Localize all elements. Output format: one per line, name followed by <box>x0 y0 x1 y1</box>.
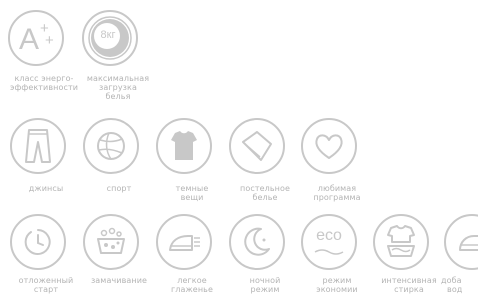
add-laundry-circle <box>444 214 478 270</box>
eco-mode-circle: eco <box>301 214 357 270</box>
jeans-circle <box>10 118 66 174</box>
energy-class-a-plus-plus-icon: A + + <box>19 20 54 56</box>
soaking-basin-icon <box>97 227 125 254</box>
intensive-wash-circle <box>373 214 429 270</box>
dark-clothes-icon <box>171 131 197 160</box>
heart-favorite-icon <box>315 134 343 159</box>
max-load-badge: 8кг <box>100 29 116 41</box>
easy-iron-icon <box>169 235 200 251</box>
max-load-circle: 8кг <box>82 10 138 66</box>
bed-linen-circle <box>229 118 285 174</box>
sport-ball-icon <box>97 132 125 160</box>
favorite-caption: любимая программа <box>313 184 361 202</box>
easy-iron-circle <box>156 214 212 270</box>
svg-text:+: + <box>45 32 54 49</box>
energy-class-circle: A + + <box>8 10 64 66</box>
svg-text:A: A <box>19 23 39 56</box>
night-moon-icon <box>244 227 270 256</box>
night-mode-circle <box>229 214 285 270</box>
max-load-caption: максимальная загрузка белья <box>86 74 150 101</box>
delayed-start-timer-icon <box>24 229 51 255</box>
soaking-circle <box>83 214 139 270</box>
add-laundry-icon <box>459 235 478 251</box>
sport-circle <box>83 118 139 174</box>
delayed-start-circle <box>10 214 66 270</box>
intensive-wash-icon <box>387 225 415 257</box>
add-laundry-caption: доба вод <box>441 276 463 294</box>
bed-linen-icon <box>242 131 272 161</box>
dark-clothes-circle <box>156 118 212 174</box>
jeans-icon <box>25 129 51 163</box>
favorite-circle <box>301 118 357 174</box>
eco-mode-badge: eco <box>316 227 342 244</box>
